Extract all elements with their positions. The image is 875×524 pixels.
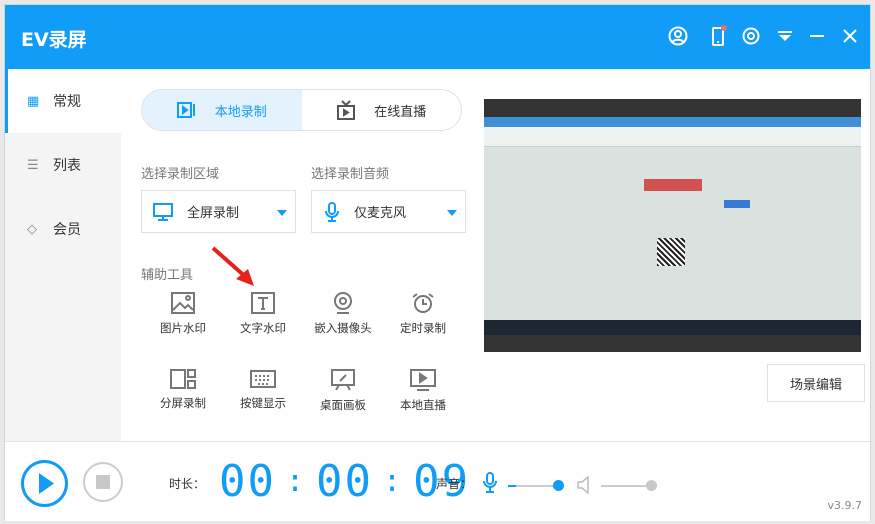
version-label: v3.9.7: [827, 499, 863, 512]
tool-image-watermark[interactable]: 图片水印: [143, 292, 223, 336]
scene-edit-button[interactable]: 场景编辑: [767, 364, 865, 402]
tool-label: 本地直播: [400, 398, 446, 412]
minimize-icon[interactable]: [806, 25, 828, 47]
split-screen-icon: [170, 369, 196, 389]
play-button[interactable]: [21, 460, 68, 507]
chevron-down-icon: [447, 210, 457, 216]
tool-label: 文字水印: [240, 321, 286, 335]
tool-local-live[interactable]: 本地直播: [383, 369, 463, 413]
audio-label: 选择录制音频: [311, 167, 390, 182]
tab-local-record[interactable]: 本地录制: [142, 90, 302, 130]
list-icon: ☰: [27, 157, 39, 173]
tool-label: 桌面画板: [320, 398, 366, 412]
tab-label: 本地录制: [214, 104, 267, 120]
qr-code: [657, 238, 685, 266]
area-select[interactable]: 全屏录制: [141, 190, 296, 233]
gear-icon[interactable]: [740, 25, 762, 47]
duration-timer: 00: 00: 09: [219, 456, 471, 507]
tool-label: 图片水印: [160, 321, 206, 335]
bottom-bar: 时长： 00: 00: 09 声音： v3.9.7: [5, 441, 870, 521]
screen-preview: [484, 99, 861, 352]
stop-button[interactable]: [83, 462, 123, 502]
duration-label: 时长：: [169, 477, 206, 491]
baidu-logo: [644, 179, 702, 191]
sidebar: ▦ 常规 ☰ 列表 ◇ 会员: [5, 69, 121, 441]
preview-desktop: [484, 117, 861, 335]
webcam-icon: [334, 292, 352, 314]
audio-value: 仅麦克风: [354, 206, 407, 221]
timer-hours: 00: [219, 456, 276, 507]
tool-split-screen[interactable]: 分屏录制: [143, 369, 223, 411]
tv-icon: [337, 100, 356, 120]
tool-key-display[interactable]: 按键显示: [223, 369, 303, 411]
chevron-down-icon: [277, 210, 287, 216]
tool-text-watermark[interactable]: 文字水印: [223, 292, 303, 336]
app-window: EV录屏 ▦ 常规 ☰ 列表 ◇ 会员 本地录制 在线直播 选择录制区域 选择录制音频…: [4, 4, 871, 521]
sidebar-item-label: 会员: [53, 222, 81, 238]
tool-label: 定时录制: [400, 321, 446, 335]
preview-taskbar: [484, 320, 861, 335]
dropdown-icon[interactable]: [774, 25, 796, 47]
monitor-icon: [153, 202, 173, 221]
sidebar-item-list[interactable]: ☰ 列表: [5, 133, 121, 197]
mode-tabs: 本地录制 在线直播: [141, 89, 462, 131]
area-value: 全屏录制: [187, 206, 240, 221]
speaker-icon: [577, 476, 589, 494]
text-icon: [251, 292, 275, 314]
speaker-volume-slider[interactable]: [601, 480, 657, 491]
grid-icon: ▦: [27, 93, 40, 109]
tool-label: 嵌入摄像头: [314, 321, 372, 335]
tool-embed-camera[interactable]: 嵌入摄像头: [303, 292, 383, 336]
title-bar: EV录屏: [5, 5, 870, 69]
volume-label: 声音：: [436, 477, 473, 491]
tool-timed-record[interactable]: 定时录制: [383, 292, 463, 336]
monitor-play-icon: [410, 369, 436, 391]
tool-desktop-board[interactable]: 桌面画板: [303, 369, 383, 413]
app-title: EV录屏: [21, 29, 87, 51]
microphone-icon: [325, 201, 339, 222]
keyboard-icon: [250, 370, 276, 388]
tab-label: 在线直播: [374, 104, 427, 120]
sidebar-item-member[interactable]: ◇ 会员: [5, 197, 121, 261]
phone-icon[interactable]: [708, 25, 730, 47]
audio-select[interactable]: 仅麦克风: [311, 190, 466, 233]
red-arrow-annotation: [211, 246, 254, 286]
tool-label: 分屏录制: [160, 396, 206, 410]
sidebar-item-label: 常规: [53, 94, 81, 110]
video-icon: [176, 102, 195, 118]
alarm-clock-icon: [412, 293, 434, 313]
tool-label: 按键显示: [240, 396, 286, 410]
tools-label: 辅助工具: [141, 268, 194, 283]
microphone-icon: [483, 472, 497, 493]
timer-minutes: 00: [316, 456, 374, 507]
area-label: 选择录制区域: [141, 167, 220, 182]
image-icon: [171, 292, 195, 314]
sidebar-item-label: 列表: [53, 158, 81, 174]
easel-icon: [331, 369, 355, 391]
tab-live-stream[interactable]: 在线直播: [302, 90, 462, 130]
diamond-icon: ◇: [27, 221, 37, 237]
sidebar-item-general[interactable]: ▦ 常规: [5, 69, 121, 133]
user-icon[interactable]: [667, 25, 689, 47]
mic-volume-slider[interactable]: [508, 480, 564, 491]
close-icon[interactable]: [839, 25, 861, 47]
